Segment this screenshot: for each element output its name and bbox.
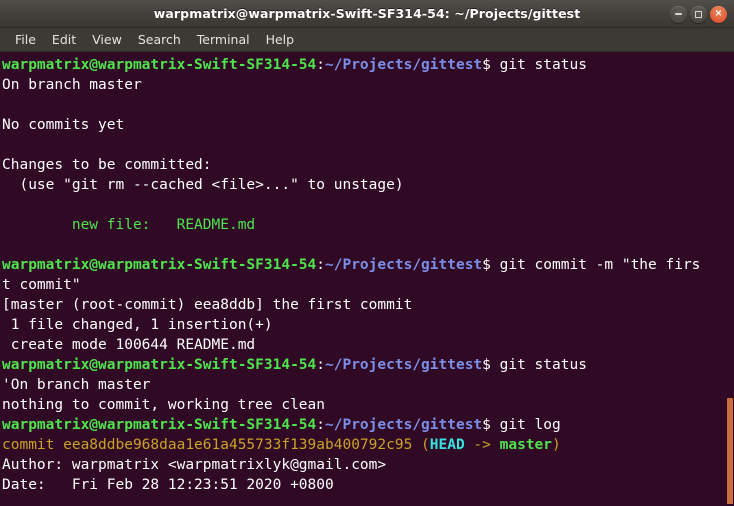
terminal-line xyxy=(2,235,734,255)
prompt-user-host: warpmatrix@warpmatrix-Swift-SF314-54 xyxy=(2,357,317,373)
commit-head-ref: HEAD xyxy=(429,437,465,453)
prompt-colon: : xyxy=(316,57,326,73)
terminal-line: t commit" xyxy=(2,275,734,295)
close-icon: × xyxy=(714,8,723,20)
scrollbar-thumb[interactable] xyxy=(727,398,733,504)
menu-item-file[interactable]: File xyxy=(7,30,44,50)
prompt-colon: : xyxy=(316,257,326,273)
prompt-user-host: warpmatrix@warpmatrix-Swift-SF314-54 xyxy=(2,257,317,273)
terminal-command: git status xyxy=(499,357,587,373)
commit-label: commit xyxy=(2,437,64,453)
prompt-path: ~/Projects/gittest xyxy=(325,257,483,273)
commit-branch-ref: master xyxy=(499,437,553,453)
prompt-path: ~/Projects/gittest xyxy=(325,57,483,73)
prompt-sigil: $ xyxy=(482,357,500,373)
menu-item-view[interactable]: View xyxy=(84,30,130,50)
terminal-text-green: new file: README.md xyxy=(2,217,256,233)
terminal-line: 1 file changed, 1 insertion(+) xyxy=(2,315,734,335)
minimize-button[interactable] xyxy=(670,5,687,23)
terminal-text: Author: warpmatrix <warpmatrixlyk@gmail.… xyxy=(2,457,387,473)
window-controls: × xyxy=(670,0,727,28)
terminal-line xyxy=(2,95,734,115)
prompt-colon: : xyxy=(316,417,326,433)
terminal-line xyxy=(2,135,734,155)
minimize-icon xyxy=(675,13,682,15)
terminal-text: nothing to commit, working tree clean xyxy=(2,397,326,413)
menu-item-terminal[interactable]: Terminal xyxy=(189,30,258,50)
terminal-line: On branch master xyxy=(2,75,734,95)
maximize-icon xyxy=(695,10,702,18)
prompt-sigil: $ xyxy=(482,57,500,73)
terminal-line: [master (root-commit) eea8ddb] the first… xyxy=(2,295,734,315)
close-button[interactable]: × xyxy=(710,5,727,23)
terminal-line: Changes to be committed: xyxy=(2,155,734,175)
terminal-text: t commit" xyxy=(2,277,81,293)
commit-paren-close: ) xyxy=(552,437,561,453)
terminal-text: (use "git rm --cached <file>..." to unst… xyxy=(2,177,404,193)
terminal-line xyxy=(2,195,734,215)
terminal-command: git log xyxy=(499,417,561,433)
terminal-text: 'On branch master xyxy=(2,377,151,393)
prompt-path: ~/Projects/gittest xyxy=(325,357,483,373)
terminal-line: warpmatrix@warpmatrix-Swift-SF314-54:~/P… xyxy=(2,355,734,375)
prompt-sigil: $ xyxy=(482,417,500,433)
terminal-line: (use "git rm --cached <file>..." to unst… xyxy=(2,175,734,195)
terminal-text: No commits yet xyxy=(2,117,125,133)
terminal-line: create mode 100644 README.md xyxy=(2,335,734,355)
prompt-colon: : xyxy=(316,357,326,373)
menu-item-search[interactable]: Search xyxy=(130,30,189,50)
terminal-line-list: warpmatrix@warpmatrix-Swift-SF314-54:~/P… xyxy=(2,55,734,504)
commit-ref-arrow: -> xyxy=(464,437,500,453)
maximize-button[interactable] xyxy=(690,5,707,23)
prompt-user-host: warpmatrix@warpmatrix-Swift-SF314-54 xyxy=(2,57,317,73)
terminal-line: No commits yet xyxy=(2,115,734,135)
terminal-output[interactable]: warpmatrix@warpmatrix-Swift-SF314-54:~/P… xyxy=(0,52,734,504)
prompt-user-host: warpmatrix@warpmatrix-Swift-SF314-54 xyxy=(2,417,317,433)
terminal-line: Author: warpmatrix <warpmatrixlyk@gmail.… xyxy=(2,455,734,475)
scrollbar-track[interactable] xyxy=(726,104,734,504)
terminal-line: 'On branch master xyxy=(2,375,734,395)
terminal-text: On branch master xyxy=(2,77,142,93)
window-title: warpmatrix@warpmatrix-Swift-SF314-54: ~/… xyxy=(153,6,581,21)
terminal-line: Date: Fri Feb 28 12:23:51 2020 +0800 xyxy=(2,475,734,495)
terminal-text: 1 file changed, 1 insertion(+) xyxy=(2,317,273,333)
terminal-line: warpmatrix@warpmatrix-Swift-SF314-54:~/P… xyxy=(2,255,734,275)
terminal-text: Changes to be committed: xyxy=(2,157,212,173)
terminal-window: warpmatrix@warpmatrix-Swift-SF314-54: ~/… xyxy=(0,0,734,506)
terminal-line: nothing to commit, working tree clean xyxy=(2,395,734,415)
terminal-command: git status xyxy=(499,57,587,73)
prompt-path: ~/Projects/gittest xyxy=(325,417,483,433)
commit-hash: eea8ddbe968daa1e61a455733f139ab400792c95 xyxy=(63,437,413,453)
menu-bar: File Edit View Search Terminal Help xyxy=(0,28,734,52)
terminal-text: [master (root-commit) eea8ddb] the first… xyxy=(2,297,413,313)
terminal-line xyxy=(2,495,734,504)
title-bar[interactable]: warpmatrix@warpmatrix-Swift-SF314-54: ~/… xyxy=(0,0,734,28)
menu-item-help[interactable]: Help xyxy=(258,30,303,50)
terminal-line: warpmatrix@warpmatrix-Swift-SF314-54:~/P… xyxy=(2,415,734,435)
terminal-command: git commit -m "the firs xyxy=(499,257,701,273)
terminal-line: new file: README.md xyxy=(2,215,734,235)
terminal-text: Date: Fri Feb 28 12:23:51 2020 +0800 xyxy=(2,477,334,493)
menu-item-edit[interactable]: Edit xyxy=(44,30,84,50)
terminal-text: create mode 100644 README.md xyxy=(2,337,256,353)
prompt-sigil: $ xyxy=(482,257,500,273)
terminal-line: warpmatrix@warpmatrix-Swift-SF314-54:~/P… xyxy=(2,55,734,75)
commit-paren-open: ( xyxy=(412,437,430,453)
terminal-line: commit eea8ddbe968daa1e61a455733f139ab40… xyxy=(2,435,734,455)
